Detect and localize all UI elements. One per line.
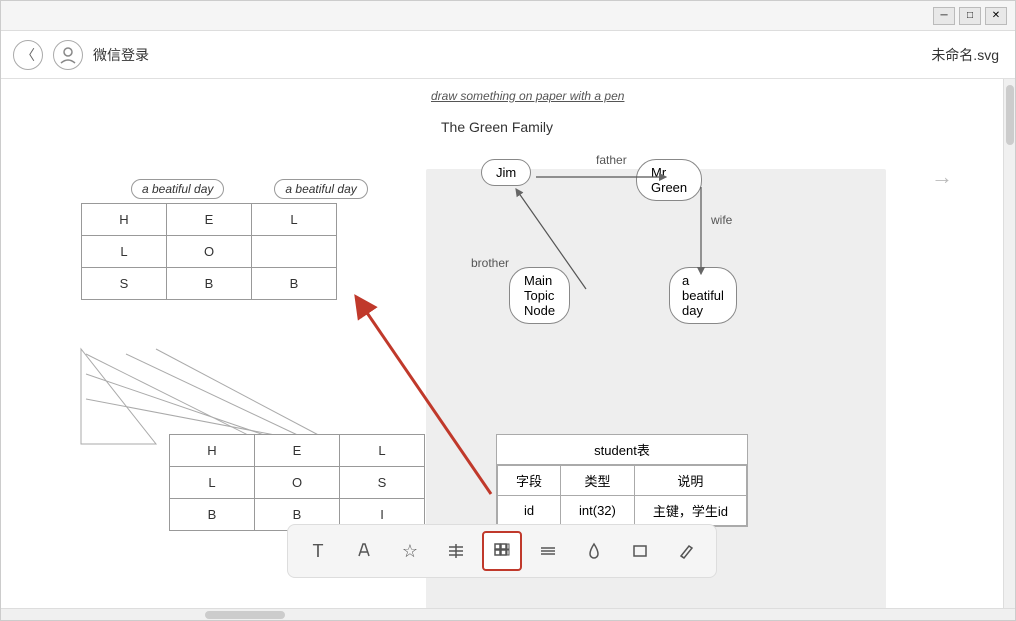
cell: E [255,435,340,467]
titlebar-buttons: ─ □ ✕ [933,7,1007,25]
canvas-area[interactable]: draw something on paper with a pen → a b… [1,79,1003,608]
star-tool-button[interactable]: ☆ [390,531,430,571]
cell-desc: 主键，学生id [634,496,746,526]
node-beatiful: a beatiful day [669,267,737,324]
arrow-right-icon: → [931,164,953,190]
cell-header: 类型 [561,466,635,496]
rect-tool-button[interactable] [620,531,660,571]
table-row: H E L [82,204,337,236]
grid-tool-button[interactable] [482,531,522,571]
table-bottom-group: H E L L O S B B I [169,434,425,531]
cell-type: int(32) [561,496,635,526]
avatar-icon [59,46,77,64]
cell-header: 字段 [498,466,561,496]
cell: L [340,435,425,467]
caption-2: a beatiful day [274,179,367,199]
minimize-button[interactable]: ─ [933,7,955,25]
table-row: L O S [170,467,425,499]
cell: L [252,204,337,236]
drop-icon [585,542,603,560]
main-window: ─ □ ✕ 〈 微信登录 未命名.svg draw something on p… [0,0,1016,621]
table-row: 字段 类型 说明 [498,466,747,496]
rect-icon [631,542,649,560]
cell: L [170,467,255,499]
table-captions: a beatiful day a beatiful day [131,179,368,199]
scrollbar-thumb-right[interactable] [1006,85,1014,145]
titlebar: ─ □ ✕ [1,1,1015,31]
lines-icon [539,542,557,560]
db-table: student表 字段 类型 说明 id int(32) 主键，学生id [496,434,748,527]
table-row: S B B [82,268,337,300]
avatar [53,40,83,70]
cell: S [82,268,167,300]
db-table-title: student表 [497,435,747,465]
back-button[interactable]: 〈 [13,40,43,70]
table-top: H E L L O S B B [81,203,337,300]
main-area: draw something on paper with a pen → a b… [1,79,1015,608]
draw-hint: draw something on paper with a pen [431,89,624,103]
cell: E [167,204,252,236]
maximize-button[interactable]: □ [959,7,981,25]
cell [252,236,337,268]
table-top-group: a beatiful day a beatiful day H E L L O [81,179,368,300]
cell: S [340,467,425,499]
db-table-content: 字段 类型 说明 id int(32) 主键，学生id [497,465,747,526]
family-title: The Green Family [441,119,553,135]
table-row: L O [82,236,337,268]
cell-id: id [498,496,561,526]
bottom-toolbar: T ☆ [287,524,717,578]
caption-1: a beatiful day [131,179,224,199]
cell: B [170,499,255,531]
pencil-tool-button[interactable] [666,531,706,571]
table-row: H E L [170,435,425,467]
grid-icon [493,542,511,560]
node-mrgreen: Mr Green [636,159,702,201]
scrollbar-bottom[interactable] [1,608,1015,620]
pencil-icon [677,542,695,560]
cell: H [170,435,255,467]
cell: B [252,268,337,300]
cell: B [167,268,252,300]
align-tool-button[interactable] [436,531,476,571]
pen-icon [355,542,373,560]
cell-header: 说明 [634,466,746,496]
scrollbar-right[interactable] [1003,79,1015,608]
align-icon [447,542,465,560]
cell: H [82,204,167,236]
cell: O [255,467,340,499]
close-button[interactable]: ✕ [985,7,1007,25]
table-bottom: H E L L O S B B I [169,434,425,531]
node-jim: Jim [481,159,531,186]
cell: L [82,236,167,268]
login-label[interactable]: 微信登录 [93,45,149,65]
svg-text:father: father [596,153,627,167]
node-main-topic: Main Topic Node [509,267,570,324]
drop-tool-button[interactable] [574,531,614,571]
cell: O [167,236,252,268]
scrollbar-thumb-bottom[interactable] [205,611,285,619]
family-diagram: The Green Family [441,119,553,141]
file-name: 未命名.svg [931,45,999,65]
back-icon: 〈 [21,45,35,65]
text-tool-button[interactable]: T [298,531,338,571]
lines-tool-button[interactable] [528,531,568,571]
header-left: 〈 微信登录 [13,40,149,70]
header: 〈 微信登录 未命名.svg [1,31,1015,79]
pen-tool-button[interactable] [344,531,384,571]
table-row: id int(32) 主键，学生id [498,496,747,526]
